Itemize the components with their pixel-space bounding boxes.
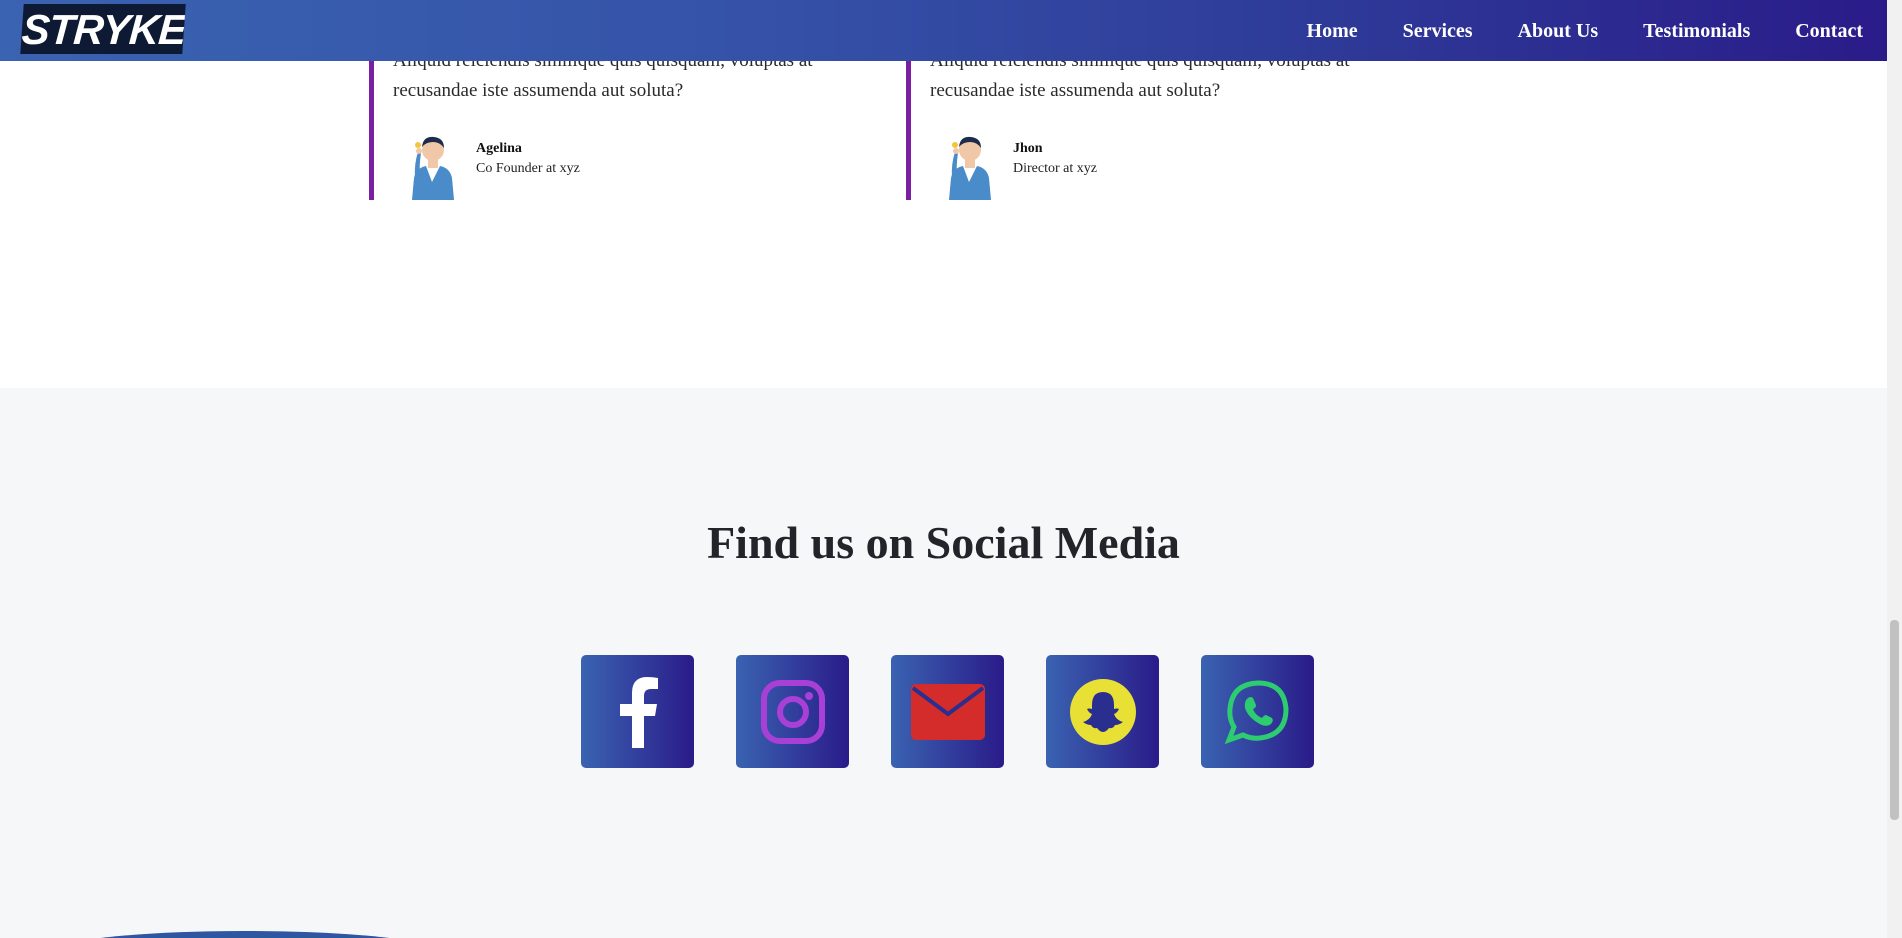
whatsapp-icon [1224, 679, 1289, 744]
instagram-button[interactable] [736, 655, 849, 768]
instagram-icon [760, 679, 825, 744]
nav-testimonials[interactable]: Testimonials [1643, 21, 1750, 41]
nav-about-us[interactable]: About Us [1518, 21, 1599, 41]
testimonial-name: Jhon [1013, 141, 1043, 156]
email-button[interactable] [891, 655, 1004, 768]
nav-links: Home Services About Us Testimonials Cont… [1262, 0, 1863, 61]
social-links [581, 655, 1314, 768]
avatar [412, 136, 454, 200]
testimonial-author: Agelina Co Founder at xyz [406, 130, 580, 200]
brand-logo[interactable]: STRYKER [20, 4, 186, 54]
nav-contact[interactable]: Contact [1795, 21, 1863, 41]
email-icon [910, 683, 985, 740]
nav-home[interactable]: Home [1307, 21, 1358, 41]
page: Aliquid reiciendis similique quis quisqu… [0, 0, 1887, 938]
testimonial-card: Aliquid reiciendis similique quis quisqu… [906, 50, 1411, 200]
testimonial-author: Jhon Director at xyz [943, 130, 1097, 200]
testimonial-name: Agelina [476, 141, 522, 156]
snapchat-icon [1069, 678, 1136, 745]
social-title: Find us on Social Media [707, 517, 1180, 568]
navbar: STRYKER Home Services About Us Testimoni… [0, 0, 1887, 61]
testimonial-meta: Agelina Co Founder at xyz [476, 130, 580, 179]
avatar [949, 136, 991, 200]
scrollbar[interactable] [1887, 0, 1902, 938]
nav-services[interactable]: Services [1403, 21, 1473, 41]
scrollbar-thumb[interactable] [1890, 620, 1899, 820]
facebook-button[interactable] [581, 655, 694, 768]
testimonial-card: Aliquid reiciendis similique quis quisqu… [369, 50, 874, 200]
testimonial-meta: Jhon Director at xyz [1013, 130, 1097, 179]
social-section: Find us on Social Media [0, 388, 1887, 938]
snapchat-button[interactable] [1046, 655, 1159, 768]
facebook-icon [619, 676, 658, 748]
testimonial-role: Director at xyz [1013, 161, 1097, 176]
testimonial-role: Co Founder at xyz [476, 161, 580, 176]
whatsapp-button[interactable] [1201, 655, 1314, 768]
